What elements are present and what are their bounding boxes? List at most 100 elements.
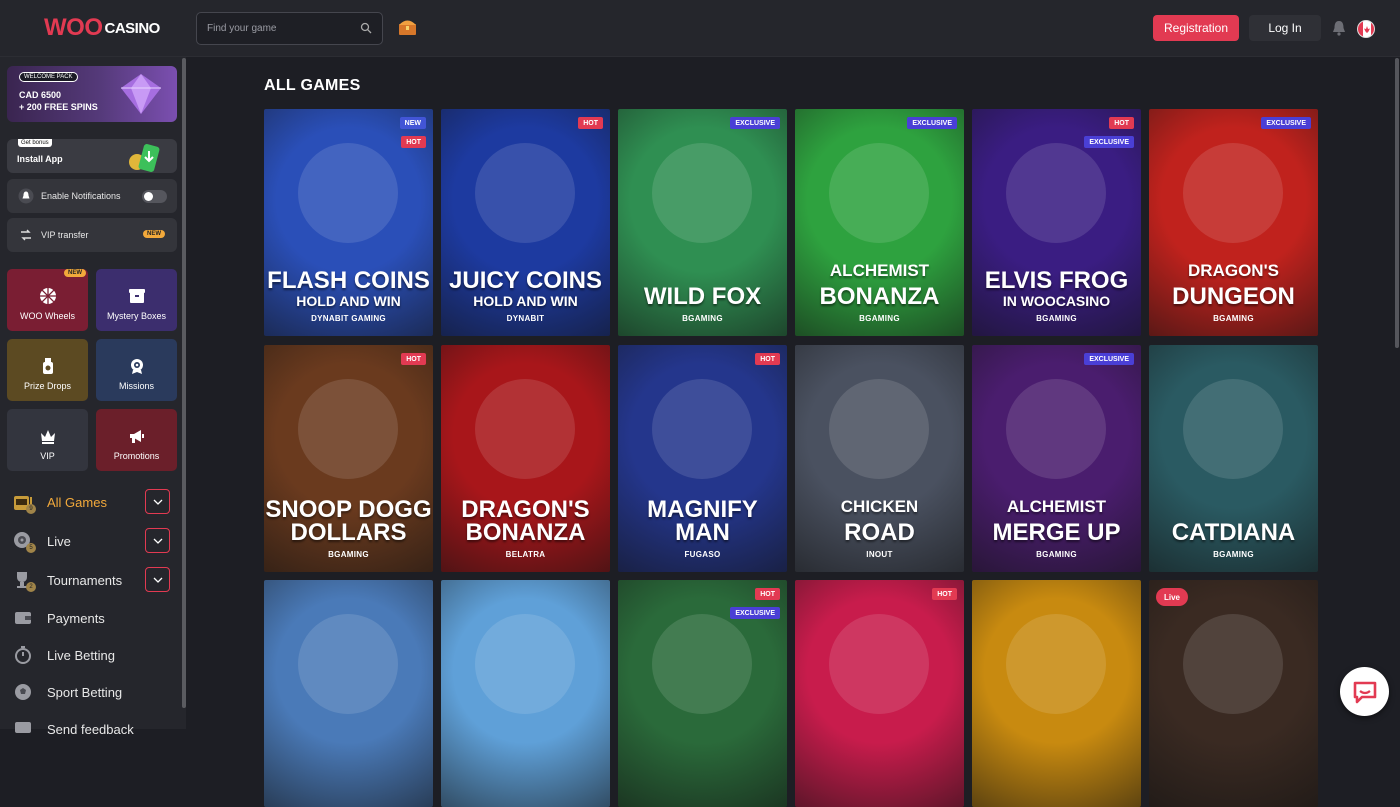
game-card[interactable]	[972, 580, 1141, 807]
game-subtitle: ROAD	[844, 519, 915, 546]
exclusive-badge: EXCLUSIVE	[1261, 117, 1311, 129]
game-card[interactable]: CATDIANA BGAMING	[1149, 345, 1318, 572]
nav-send-feedback[interactable]: Send feedback	[12, 716, 172, 742]
prize-drops-tile[interactable]: Prize Drops	[7, 339, 88, 401]
notifications-toggle[interactable]	[142, 190, 167, 203]
game-artwork	[475, 614, 575, 714]
search-icon[interactable]	[360, 22, 372, 34]
wallet-icon	[12, 607, 34, 629]
missions-tile[interactable]: Missions	[96, 339, 177, 401]
hot-badge: HOT	[401, 353, 426, 365]
enable-notifications-row[interactable]: Enable Notifications	[7, 179, 177, 213]
nav-label: All Games	[47, 494, 107, 510]
search-input[interactable]	[197, 13, 347, 44]
game-card[interactable]	[264, 580, 433, 807]
game-card[interactable]: EXCLUSIVE ALCHEMIST MERGE UP BGAMING	[972, 345, 1141, 572]
game-provider: BELATRA	[505, 550, 546, 559]
game-card[interactable]	[441, 580, 610, 807]
game-card[interactable]: EXCLUSIVE ALCHEMIST BONANZA BGAMING	[795, 109, 964, 336]
treasure-chest-icon[interactable]	[397, 16, 418, 37]
expand-tournaments-button[interactable]	[145, 567, 170, 592]
phone-download-icon	[129, 144, 160, 172]
bell-icon[interactable]	[1330, 19, 1348, 37]
expand-all-games-button[interactable]	[145, 489, 170, 514]
game-title: DRAGON'S	[1188, 261, 1279, 280]
registration-button[interactable]: Registration	[1153, 15, 1239, 41]
game-artwork	[475, 143, 575, 243]
game-title: JUICY COINS	[449, 267, 602, 294]
game-title: FLASH COINS	[267, 267, 430, 294]
nav-label: Payments	[47, 610, 105, 626]
game-card[interactable]: Live	[1149, 580, 1318, 807]
megaphone-icon	[129, 430, 144, 443]
game-subtitle: HOLD AND WIN	[473, 293, 578, 309]
live-chat-button[interactable]	[1340, 667, 1389, 716]
canada-flag-icon[interactable]	[1357, 20, 1375, 38]
game-subtitle: BONANZA	[819, 283, 940, 310]
game-title: ALCHEMIST	[1006, 497, 1107, 516]
game-artwork	[829, 143, 929, 243]
game-artwork	[652, 379, 752, 479]
search-box	[196, 12, 383, 45]
vip-label: VIP	[40, 451, 55, 461]
promotions-tile[interactable]: Promotions	[96, 409, 177, 471]
game-card[interactable]: HOT MAGNIFY MAN FUGASO	[618, 345, 787, 572]
vip-transfer-row[interactable]: VIP transfer NEW	[7, 218, 177, 252]
game-artwork	[652, 614, 752, 714]
nav-label: Live Betting	[47, 647, 115, 663]
nav-tournaments[interactable]: 2 Tournaments	[12, 567, 172, 593]
mystery-boxes-tile[interactable]: Mystery Boxes	[96, 269, 177, 331]
mystery-boxes-label: Mystery Boxes	[106, 311, 166, 321]
chevron-down-icon	[153, 538, 162, 544]
prize-drop-icon	[42, 358, 53, 374]
game-card[interactable]: EXCLUSIVE DRAGON'S DUNGEON BGAMING	[1149, 109, 1318, 336]
game-provider: BGAMING	[1036, 550, 1077, 559]
logo-casino: CASINO	[104, 19, 161, 37]
install-app-card[interactable]: Get bonus Install App	[7, 139, 177, 173]
soccer-ball-icon	[12, 681, 34, 703]
hot-badge: HOT	[578, 117, 603, 129]
game-provider: BGAMING	[1213, 314, 1254, 323]
nav-live[interactable]: 5 Live	[12, 528, 172, 554]
game-provider: BGAMING	[682, 314, 723, 323]
live-count-badge: 5	[26, 543, 36, 553]
promotions-label: Promotions	[113, 451, 160, 461]
chevron-down-icon	[153, 577, 162, 583]
game-card[interactable]: HOT SNOOP DOGG DOLLARS BGAMING	[264, 345, 433, 572]
chat-icon	[1353, 681, 1376, 703]
vip-transfer-label: VIP transfer	[41, 230, 89, 240]
game-card[interactable]: DRAGON'S BONANZA BELATRA	[441, 345, 610, 572]
nav-payments[interactable]: Payments	[12, 605, 172, 631]
nav-label: Live	[47, 533, 71, 549]
game-subtitle: BONANZA	[465, 519, 586, 546]
game-card[interactable]: HOT	[795, 580, 964, 807]
game-card[interactable]: CHICKEN ROAD INOUT	[795, 345, 964, 572]
nav-sport-betting[interactable]: Sport Betting	[12, 679, 172, 705]
hot-badge: HOT	[932, 588, 957, 600]
page-scrollbar[interactable]	[1395, 58, 1399, 348]
tournaments-count-badge: 2	[26, 582, 36, 592]
exclusive-badge: EXCLUSIVE	[907, 117, 957, 129]
game-title: CATDIANA	[1171, 519, 1296, 546]
game-subtitle: MAN	[675, 519, 730, 546]
logo[interactable]: WOO CASINO	[44, 14, 160, 42]
vip-tile[interactable]: VIP	[7, 409, 88, 471]
woo-wheels-tile[interactable]: NEW WOO Wheels	[7, 269, 88, 331]
game-artwork	[1006, 614, 1106, 714]
feedback-icon	[12, 718, 34, 740]
new-badge: NEW	[399, 117, 426, 129]
nav-all-games[interactable]: 9 All Games	[12, 489, 172, 515]
game-card[interactable]: HOT EXCLUSIVE	[618, 580, 787, 807]
login-button[interactable]: Log In	[1249, 15, 1321, 41]
game-card[interactable]: HOT JUICY COINS HOLD AND WIN DYNABIT	[441, 109, 610, 336]
vip-transfer-icon	[21, 229, 31, 241]
expand-live-button[interactable]	[145, 528, 170, 553]
exclusive-badge: EXCLUSIVE	[730, 607, 780, 619]
game-card[interactable]: HOT EXCLUSIVE ELVIS FROG IN WOOCASINO BGAMIN…	[972, 109, 1141, 336]
game-card[interactable]: EXCLUSIVE WILD FOX BGAMING	[618, 109, 787, 336]
exclusive-badge: EXCLUSIVE	[1084, 353, 1134, 365]
nav-live-betting[interactable]: Live Betting	[12, 642, 172, 668]
welcome-pack-banner[interactable]: WELCOME PACK CAD 6500 + 200 FREE SPINS	[7, 66, 177, 122]
bell-icon	[18, 188, 34, 204]
game-card[interactable]: NEW HOT FLASH COINS HOLD AND WIN DYNABIT GAM…	[264, 109, 433, 336]
